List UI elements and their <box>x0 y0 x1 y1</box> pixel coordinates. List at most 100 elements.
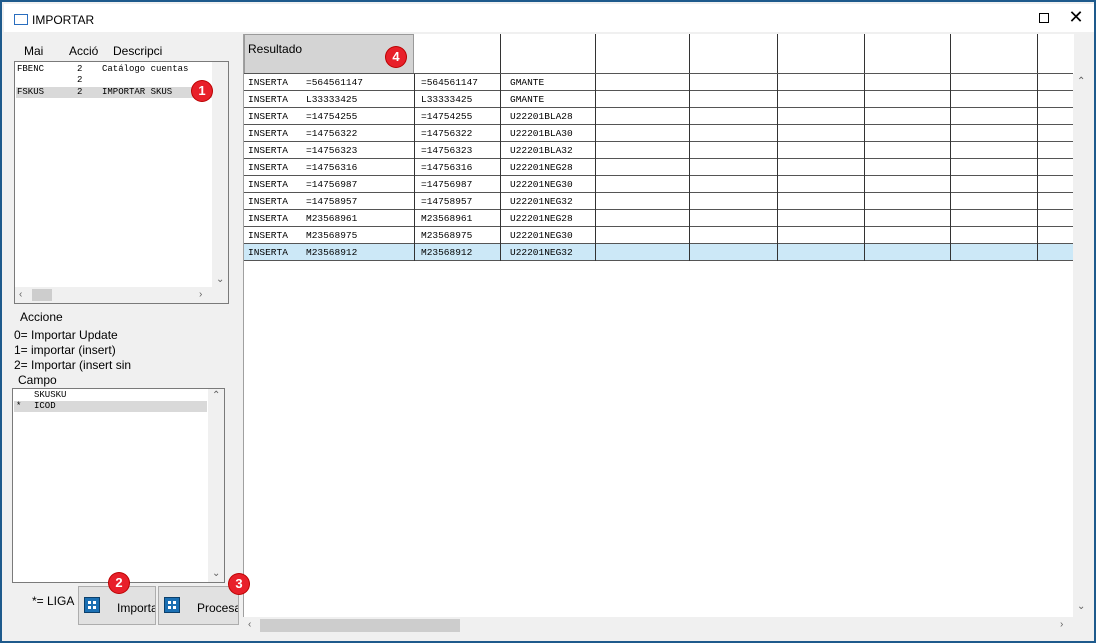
table-cell: =14756987 <box>421 179 473 190</box>
column-header-name[interactable]: Mai <box>24 44 43 58</box>
scroll-thumb[interactable] <box>260 619 460 632</box>
table-cell: U22201NEG28 <box>510 213 573 224</box>
column-divider <box>500 34 501 261</box>
grid-horizontal-scrollbar[interactable]: ‹ › <box>243 617 1073 634</box>
table-cell: U22201NEG30 <box>510 230 573 241</box>
column-divider <box>689 34 690 261</box>
table-cell: M23568975 <box>306 230 358 241</box>
table-cell: =14754255 <box>306 111 358 122</box>
horizontal-scrollbar[interactable]: ‹ › <box>15 287 228 303</box>
column-divider <box>414 74 415 261</box>
table-cell: =14756322 <box>306 128 358 139</box>
grid-icon <box>84 597 100 613</box>
table-row[interactable]: INSERTA M23568975 M23568975 U22201NEG30 <box>244 227 1073 244</box>
importar-window: IMPORTAR ✕ Mai Acció Descripci FBENC 2 C… <box>0 0 1096 643</box>
maximize-button[interactable] <box>1039 13 1049 23</box>
campo-title: Campo <box>18 373 57 387</box>
scroll-up-icon[interactable]: ⌃ <box>1077 77 1085 87</box>
table-row[interactable]: INSERTA =14756322 =14756322 U22201BLA30 <box>244 125 1073 142</box>
results-grid[interactable]: Resultado INSERTA =564561147 =564561147 GMA… <box>243 34 1074 617</box>
column-divider <box>777 34 778 261</box>
scroll-down-icon[interactable]: ⌄ <box>1077 602 1085 612</box>
table-cell: =14756316 <box>421 162 473 173</box>
grid-icon <box>164 597 180 613</box>
acciones-line: 1= importar (insert) <box>14 343 116 357</box>
callout-badge-1: 1 <box>192 81 212 101</box>
scroll-up-icon[interactable]: ⌃ <box>212 391 220 401</box>
callout-badge-4: 4 <box>386 47 406 67</box>
table-row[interactable]: INSERTA =14754255 =14754255 U22201BLA28 <box>244 108 1073 125</box>
table-cell: INSERTA <box>248 230 288 241</box>
table-cell: INSERTA <box>248 247 288 258</box>
table-cell: INSERTA <box>248 94 288 105</box>
list-item[interactable]: SKUSKU <box>14 390 207 401</box>
table-cell: INSERTA <box>248 196 288 207</box>
table-row[interactable]: INSERTA =14756316 =14756316 U22201NEG28 <box>244 159 1073 176</box>
table-row[interactable]: INSERTA =14758957 =14758957 U22201NEG32 <box>244 193 1073 210</box>
table-cell: U22201NEG28 <box>510 162 573 173</box>
table-row[interactable]: INSERTA =14756987 =14756987 U22201NEG30 <box>244 176 1073 193</box>
table-cell: =14756316 <box>306 162 358 173</box>
table-cell: =14756322 <box>421 128 473 139</box>
scroll-down-icon[interactable]: ⌄ <box>212 569 220 579</box>
scroll-thumb[interactable] <box>32 289 52 301</box>
table-cell: GMANTE <box>510 94 545 105</box>
list-item-selected[interactable]: * ICOD <box>14 401 207 412</box>
window-icon <box>14 14 28 25</box>
scroll-down-icon[interactable]: ⌄ <box>216 275 224 285</box>
window-title: IMPORTAR <box>32 13 95 27</box>
column-header-description[interactable]: Descripci <box>113 44 162 58</box>
scroll-left-icon[interactable]: ‹ <box>19 290 22 300</box>
liga-label: *= LIGA <box>32 594 75 608</box>
table-cell: INSERTA <box>248 213 288 224</box>
table-cell: INSERTA <box>248 111 288 122</box>
table-cell: INSERTA <box>248 179 288 190</box>
table-cell: =564561147 <box>306 77 364 88</box>
table-cell: U22201NEG32 <box>510 247 573 258</box>
table-cell: =14756987 <box>306 179 358 190</box>
list-item-selected[interactable]: FSKUS 2 IMPORTAR SKUS <box>16 87 212 98</box>
list-item[interactable]: FBENC 2 Catálogo cuentas <box>16 64 212 75</box>
table-cell: M23568912 <box>306 247 358 258</box>
scroll-left-icon[interactable]: ‹ <box>248 620 251 630</box>
table-row[interactable]: INSERTA =564561147 =564561147 GMANTE <box>244 74 1073 91</box>
vertical-scrollbar[interactable]: ⌄ <box>212 62 228 287</box>
table-cell: =14754255 <box>421 111 473 122</box>
table-cell: U22201NEG30 <box>510 179 573 190</box>
table-cell: =14756323 <box>306 145 358 156</box>
table-cell: =14756323 <box>421 145 473 156</box>
close-button[interactable]: ✕ <box>1066 7 1086 27</box>
campo-listbox[interactable]: SKUSKU * ICOD ⌃ ⌄ <box>12 388 225 583</box>
table-cell: =14758957 <box>421 196 473 207</box>
table-row[interactable]: INSERTA M23568912 M23568912 U22201NEG32 <box>244 244 1073 261</box>
table-row[interactable]: INSERTA M23568961 M23568961 U22201NEG28 <box>244 210 1073 227</box>
table-cell: M23568912 <box>421 247 473 258</box>
table-cell: INSERTA <box>248 162 288 173</box>
table-cell: INSERTA <box>248 128 288 139</box>
callout-badge-3: 3 <box>229 574 249 594</box>
table-row[interactable]: INSERTA L33333425 L33333425 GMANTE <box>244 91 1073 108</box>
table-cell: U22201BLA28 <box>510 111 573 122</box>
list-item[interactable]: 2 <box>16 75 212 86</box>
title-bar: IMPORTAR ✕ <box>4 4 1094 32</box>
table-cell: U22201NEG32 <box>510 196 573 207</box>
acciones-line: 2= Importar (insert sin <box>14 358 132 372</box>
scroll-right-icon[interactable]: › <box>1060 620 1063 630</box>
table-cell: M23568961 <box>421 213 473 224</box>
column-header-action[interactable]: Acció <box>69 44 98 58</box>
scroll-right-icon[interactable]: › <box>199 290 202 300</box>
grid-vertical-scrollbar[interactable]: ⌃ ⌄ <box>1073 74 1089 617</box>
callout-badge-2: 2 <box>109 573 129 593</box>
column-divider <box>1037 34 1038 261</box>
table-cell: =14758957 <box>306 196 358 207</box>
table-cell: M23568961 <box>306 213 358 224</box>
acciones-line: 0= Importar Update <box>14 328 118 342</box>
procesar-button[interactable]: Procesar <box>158 586 239 625</box>
table-cell: =564561147 <box>421 77 479 88</box>
table-row[interactable]: INSERTA =14756323 =14756323 U22201BLA32 <box>244 142 1073 159</box>
column-divider <box>595 34 596 261</box>
vertical-scrollbar[interactable]: ⌃ ⌄ <box>208 389 224 582</box>
table-cell: U22201BLA30 <box>510 128 573 139</box>
table-cell: M23568975 <box>421 230 473 241</box>
table-cell: INSERTA <box>248 145 288 156</box>
